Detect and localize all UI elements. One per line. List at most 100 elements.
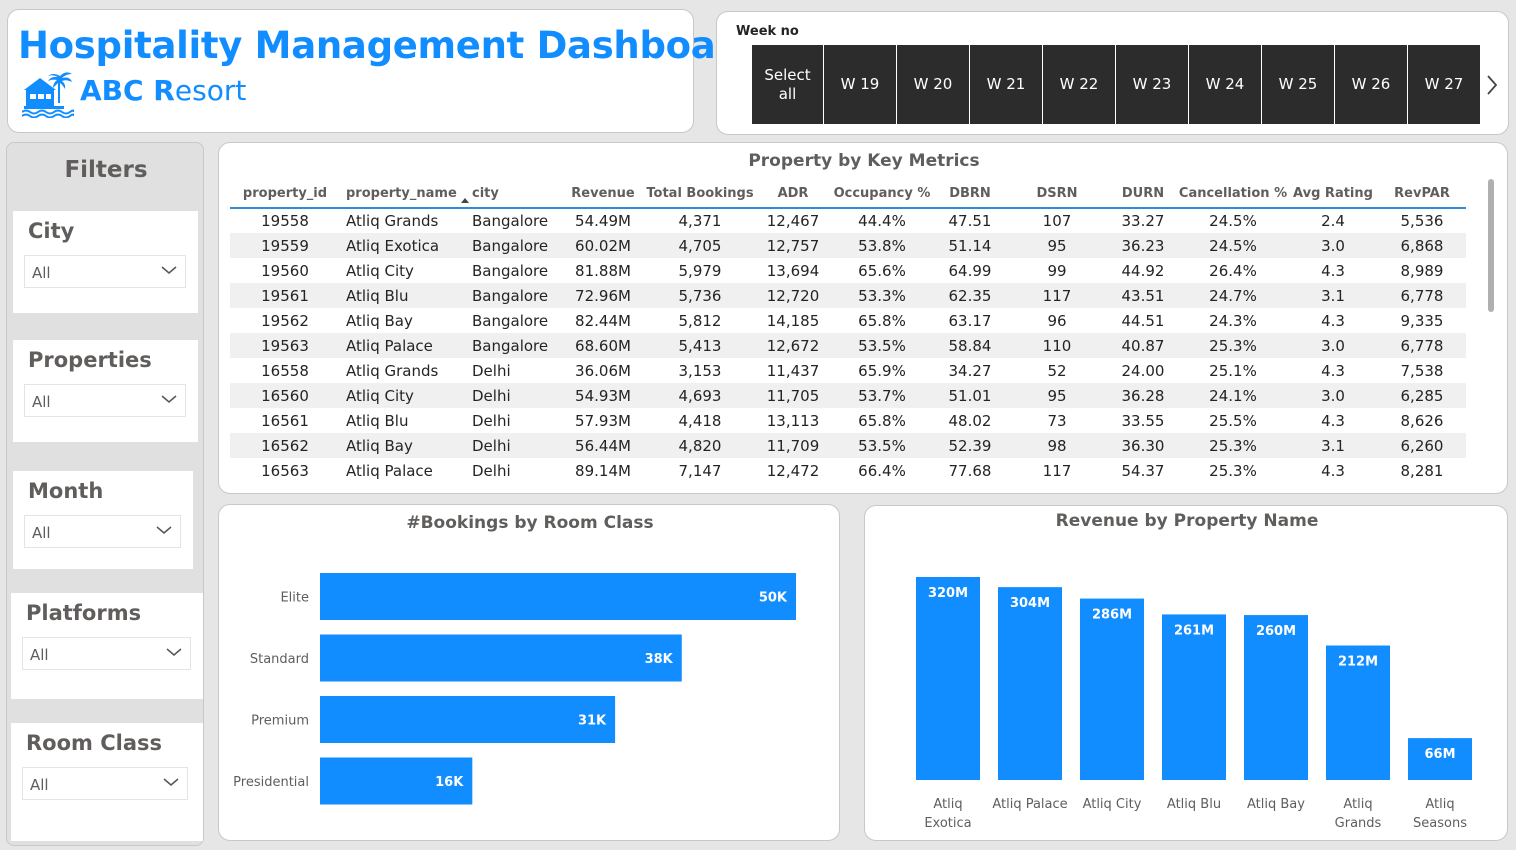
table-row[interactable]: 16558 Atliq Grands Delhi 36.06M 3,153 11,437 6…	[230, 358, 1466, 383]
table-cell: 4,705	[644, 233, 756, 258]
table-row[interactable]: 16561 Atliq Blu Delhi 57.93M 4,418 13,113 65.8…	[230, 408, 1466, 433]
table-cell: 33.27	[1121, 212, 1165, 230]
table-cell: 24.00	[1121, 361, 1165, 380]
column-header[interactable]: Avg Rating	[1288, 179, 1378, 209]
table-cell: 57.93M	[575, 411, 631, 430]
chevron-right-icon[interactable]	[1485, 73, 1499, 97]
table-cell: 4,693	[644, 383, 756, 408]
week-tile[interactable]: W 27	[1408, 45, 1480, 124]
week-tile[interactable]: W 25	[1262, 45, 1334, 124]
table-row[interactable]: 16560 Atliq City Delhi 54.93M 4,693 11,705 53.…	[230, 383, 1466, 408]
bar[interactable]	[916, 577, 980, 780]
bar[interactable]	[1080, 598, 1144, 780]
chevron-down-icon	[166, 648, 182, 656]
column-header[interactable]: DSRN	[1006, 179, 1108, 209]
column-header[interactable]: RevPAR	[1378, 179, 1466, 209]
table-cell: 6,778	[1378, 333, 1466, 358]
table-row[interactable]: 16562 Atliq Bay Delhi 56.44M 4,820 11,709 53.5…	[230, 433, 1466, 458]
table-cell: 47.51	[948, 212, 992, 230]
table-row[interactable]: 19563 Atliq Palace Bangalore 68.60M 5,413 12,…	[230, 333, 1466, 358]
column-header[interactable]: Cancellation %	[1178, 179, 1288, 209]
table-row[interactable]: 19559 Atliq Exotica Bangalore 60.02M 4,705 12…	[230, 233, 1466, 258]
table-scrollbar-thumb[interactable]	[1488, 179, 1494, 312]
bar[interactable]	[320, 634, 682, 682]
column-header[interactable]: Total Bookings	[644, 179, 756, 209]
table-cell: 11,437	[766, 361, 820, 380]
table-cell: 5,536	[1400, 212, 1444, 230]
filter-city: City All	[13, 211, 198, 313]
table-cell: 4.3	[1321, 311, 1345, 330]
category-label: Atliq Palace	[992, 797, 1067, 812]
table-cell: 5,736	[644, 283, 756, 308]
table-header-row: property_id property_name city Revenue Total…	[230, 179, 1466, 209]
week-tile[interactable]: W 23	[1116, 45, 1188, 124]
table-cell: 19560	[261, 261, 309, 280]
bar[interactable]	[320, 696, 616, 743]
month-dropdown[interactable]: All	[24, 515, 181, 548]
column-header[interactable]: property_name	[340, 179, 466, 209]
week-tile[interactable]: W 24	[1189, 45, 1261, 124]
column-header[interactable]: DURN	[1108, 179, 1178, 209]
table-cell: 4.3	[1321, 411, 1345, 430]
table-cell: Delhi	[472, 461, 511, 480]
resort-name: ABC Resort	[80, 74, 246, 107]
column-header[interactable]: Revenue	[562, 179, 644, 209]
table-cell: 52.39	[934, 433, 1006, 458]
chevron-down-icon	[161, 266, 177, 274]
table-cell: 73	[1047, 411, 1067, 430]
table-row[interactable]: 19560 Atliq City Bangalore 81.88M 5,979 13,69…	[230, 258, 1466, 283]
column-header[interactable]: city	[466, 179, 562, 209]
table-cell: Delhi	[466, 383, 562, 408]
sort-ascending-icon[interactable]	[461, 198, 469, 203]
week-tile-select-all[interactable]: Select all	[752, 45, 823, 124]
table-row[interactable]: 19562 Atliq Bay Bangalore 82.44M 5,812 14,185…	[230, 308, 1466, 333]
table-cell: 36.06M	[575, 361, 631, 380]
properties-dropdown[interactable]: All	[24, 384, 186, 417]
table-cell: 19562	[261, 311, 309, 330]
platforms-dropdown[interactable]: All	[22, 637, 191, 670]
table-cell: 89.14M	[575, 461, 631, 480]
data-label: 320M	[928, 586, 968, 601]
filter-month: Month All	[13, 471, 193, 569]
table-cell: 3.0	[1288, 333, 1378, 358]
column-header[interactable]: Occupancy %	[830, 179, 934, 209]
category-label: Standard	[250, 652, 309, 667]
table-cell: 2.4	[1321, 212, 1345, 230]
table-cell: 33.55	[1121, 411, 1165, 430]
table-cell: 44.92	[1121, 261, 1165, 280]
table-row[interactable]: 19558 Atliq Grands Bangalore 54.49M 4,371 12,…	[230, 208, 1466, 233]
table-cell: 19558	[261, 212, 309, 230]
category-label: Atliq City	[1083, 797, 1142, 812]
week-tile[interactable]: W 22	[1043, 45, 1115, 124]
table-cell: Atliq Grands	[346, 212, 439, 230]
city-dropdown[interactable]: All	[24, 255, 186, 288]
bar[interactable]	[1244, 615, 1308, 780]
table-cell: 43.51	[1108, 283, 1178, 308]
column-header[interactable]: property_id	[230, 179, 340, 209]
week-tile[interactable]: W 26	[1335, 45, 1407, 124]
week-slicer: Week no Select all W 19 W 20 W 21 W 22 W…	[716, 11, 1509, 135]
table-cell: 24.3%	[1209, 311, 1257, 330]
header-card: Hospitality Management Dashboard ABC Res…	[7, 9, 760, 133]
table-cell: 36.30	[1108, 433, 1178, 458]
data-label: 260M	[1256, 624, 1296, 639]
table-cell: 4,418	[678, 411, 722, 430]
bar[interactable]	[998, 587, 1062, 780]
table-cell: 24.5%	[1209, 212, 1257, 230]
table-cell: 53.7%	[830, 383, 934, 408]
bar[interactable]	[320, 573, 796, 620]
week-tile[interactable]: W 20	[897, 45, 969, 124]
data-label: 16K	[435, 775, 464, 790]
table-cell: Atliq Bay	[346, 311, 413, 330]
column-header[interactable]: DBRN	[934, 179, 1006, 209]
column-header[interactable]: ADR	[756, 179, 830, 209]
week-tile[interactable]: W 21	[970, 45, 1042, 124]
table-cell: 95	[1006, 233, 1108, 258]
table-cell: 19559	[230, 233, 340, 258]
table-row[interactable]: 16563 Atliq Palace Delhi 89.14M 7,147 12,472 6…	[230, 458, 1466, 483]
bar[interactable]	[1162, 614, 1226, 780]
week-tile[interactable]: W 19	[824, 45, 896, 124]
filter-label: City	[28, 219, 75, 243]
table-row[interactable]: 19561 Atliq Blu Bangalore 72.96M 5,736 12,720…	[230, 283, 1466, 308]
room-class-dropdown[interactable]: All	[22, 767, 188, 800]
